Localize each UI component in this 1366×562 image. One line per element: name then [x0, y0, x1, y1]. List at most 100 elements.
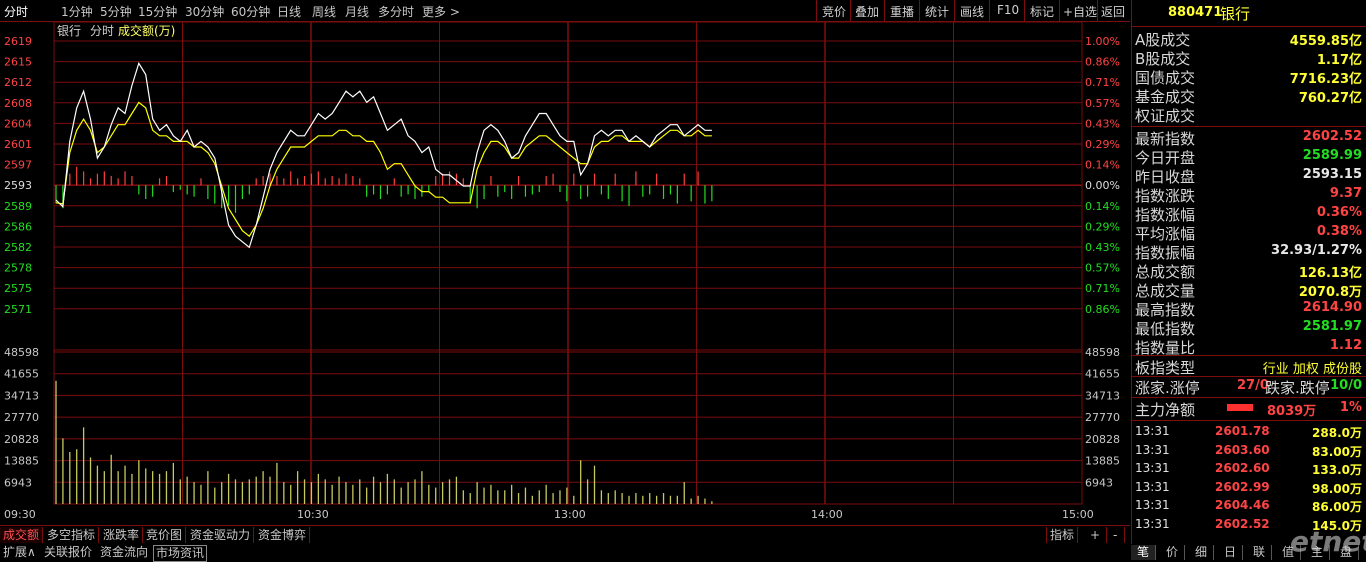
tick-time: 13:31 [1135, 516, 1170, 531]
tick-row: 13:31 2603.60 83.00万 [1135, 442, 1364, 460]
replay-button[interactable]: 重播 [890, 3, 914, 20]
stat-row: 指数涨跌 9.37 [1135, 185, 1364, 205]
volume-tick-label: 41655 [4, 368, 39, 381]
indicator-tab-turnover[interactable]: 成交额 [0, 527, 44, 543]
chart-caption-mode: 分时 [90, 24, 114, 38]
tick-time: 13:31 [1135, 461, 1170, 475]
period-tab-15min[interactable]: 15分钟 [138, 3, 177, 20]
stat-value: 2070.8万 [1298, 285, 1362, 300]
volume-tick-label-right: 20828 [1085, 433, 1120, 446]
stat-row: 总成交量 2070.8万 [1135, 280, 1364, 300]
quote-tab[interactable]: 细 [1189, 545, 1214, 560]
price-tick-label: 2593 [4, 179, 32, 192]
up-count-label: 涨家.涨停 [1135, 379, 1200, 397]
volume-tick-label: 6943 [4, 476, 32, 489]
period-tab-weekly[interactable]: 周线 [312, 3, 336, 20]
stat-value: 2614.90 [1302, 300, 1362, 315]
price-tick-label: 2589 [4, 200, 32, 213]
period-tab-30min[interactable]: 30分钟 [185, 3, 224, 20]
pct-tick-label: 0.71% [1085, 282, 1120, 295]
stat-value: 32.93/1.27% [1271, 243, 1362, 258]
index-price-line [55, 61, 712, 249]
volume-tick-label-right: 13885 [1085, 455, 1120, 468]
auction-button[interactable]: 竞价 [822, 3, 846, 20]
stat-row: 最高指数 2614.90 [1135, 299, 1364, 319]
stat-value: 2602.52 [1302, 129, 1362, 144]
zoom-in-button[interactable]: + [1084, 527, 1108, 543]
tick-time: 13:31 [1135, 424, 1170, 438]
period-tab-5min[interactable]: 5分钟 [100, 3, 132, 20]
period-tab-multi[interactable]: 多分时 [378, 3, 414, 20]
stat-value: 126.13亿 [1298, 266, 1362, 281]
quote-tab[interactable]: 日 [1218, 545, 1243, 560]
price-tick-label: 2571 [4, 303, 32, 316]
indicator-menu-button[interactable]: 指标 [1046, 527, 1079, 543]
draw-line-button[interactable]: 画线 [960, 3, 984, 20]
stat-value: 0.38% [1316, 224, 1362, 239]
pct-tick-label: 0.14% [1085, 159, 1120, 172]
intraday-chart[interactable]: 2619 1.00% 2615 0.86% 2612 0.71% 2608 0.57% 2604… [0, 22, 1130, 524]
stat-row: 总成交额 126.13亿 [1135, 261, 1364, 281]
stat-label: 总成交量 [1135, 282, 1196, 300]
stat-label: 指数振幅 [1135, 244, 1196, 262]
zoom-out-button[interactable]: - [1106, 527, 1126, 543]
board-type-label: 板指类型 [1135, 359, 1196, 377]
fund-flow-button[interactable]: 资金流向 [98, 545, 150, 560]
period-tab-1min[interactable]: 1分钟 [61, 3, 93, 20]
price-tick-label: 2575 [4, 282, 32, 295]
quote-tab[interactable]: 联 [1247, 545, 1272, 560]
indicator-tab-longshort[interactable]: 多空指标 [44, 527, 100, 543]
volume-value: 1.17亿 [1316, 53, 1362, 68]
price-tick-label: 2604 [4, 117, 32, 130]
period-tab-more[interactable]: 更多 > [422, 3, 460, 20]
volume-label: 国债成交 [1135, 69, 1196, 87]
overlay-button[interactable]: 叠加 [855, 3, 879, 20]
quote-tab[interactable]: 价 [1160, 545, 1185, 560]
price-tick-label: 2619 [4, 35, 32, 48]
indicator-tab-auction-chart[interactable]: 竞价图 [143, 527, 187, 543]
tick-price: 2603.60 [1215, 442, 1270, 457]
chart-caption-volume: 成交额(万) [118, 23, 175, 38]
stat-row: 平均涨幅 0.38% [1135, 223, 1364, 243]
back-button[interactable]: 返回 [1101, 3, 1125, 20]
volume-tick-label: 34713 [4, 389, 39, 402]
indicator-tab-fund-game[interactable]: 资金博弈 [255, 527, 311, 543]
tick-row: 13:31 2602.99 98.00万 [1135, 479, 1364, 497]
down-count-label: 跌家.跌停 [1265, 379, 1330, 397]
volume-row: B股成交 1.17亿 [1135, 48, 1364, 68]
tick-row: 13:31 2604.46 86.00万 [1135, 497, 1364, 515]
f10-button[interactable]: F10 [997, 3, 1019, 17]
period-tab-60min[interactable]: 60分钟 [231, 3, 270, 20]
period-tab-daily[interactable]: 日线 [277, 3, 301, 20]
mark-button[interactable]: 标记 [1030, 3, 1054, 20]
related-quotes-button[interactable]: 关联报价 [42, 545, 94, 560]
volume-label: B股成交 [1135, 50, 1191, 68]
pct-tick-label: 0.86% [1085, 56, 1120, 69]
period-tab-monthly[interactable]: 月线 [345, 3, 369, 20]
indicator-tab-fund-drive[interactable]: 资金驱动力 [187, 527, 255, 543]
down-count-value: 10/0 [1330, 378, 1362, 393]
pct-tick-label: 0.71% [1085, 76, 1120, 89]
add-watchlist-button[interactable]: +自选 [1063, 3, 1097, 20]
indicator-tab-updown-rate[interactable]: 涨跌率 [100, 527, 144, 543]
stat-label: 总成交额 [1135, 263, 1196, 281]
volume-tick-label-right: 48598 [1085, 346, 1120, 359]
stat-value: 2581.97 [1302, 319, 1362, 334]
volume-tick-label-right: 34713 [1085, 389, 1120, 402]
stat-value: 1.12 [1329, 338, 1362, 353]
quote-panel: 880471 银行 A股成交 4559.85亿 B股成交 1.17亿 国债成交 7716.… [1131, 0, 1366, 544]
pct-tick-label: 0.43% [1085, 117, 1120, 130]
chart-caption-name: 银行 [57, 24, 81, 38]
board-type-value[interactable]: 行业 加权 成份股 [1263, 358, 1362, 377]
price-tick-label: 2586 [4, 220, 32, 233]
tick-time: 13:31 [1135, 442, 1170, 457]
expand-button[interactable]: 扩展∧ [1, 545, 38, 560]
pct-tick-label: 1.00% [1085, 35, 1120, 48]
index-code: 880471 [1168, 5, 1223, 20]
statistics-button[interactable]: 统计 [925, 3, 949, 20]
period-tab-intraday[interactable]: 分时 [4, 3, 28, 20]
quote-tab[interactable]: 笔 [1131, 545, 1156, 560]
market-news-button[interactable]: 市场资讯 [153, 545, 208, 562]
tick-row: 13:31 2602.60 133.0万 [1135, 460, 1364, 478]
pct-tick-label: 0.29% [1085, 138, 1120, 151]
